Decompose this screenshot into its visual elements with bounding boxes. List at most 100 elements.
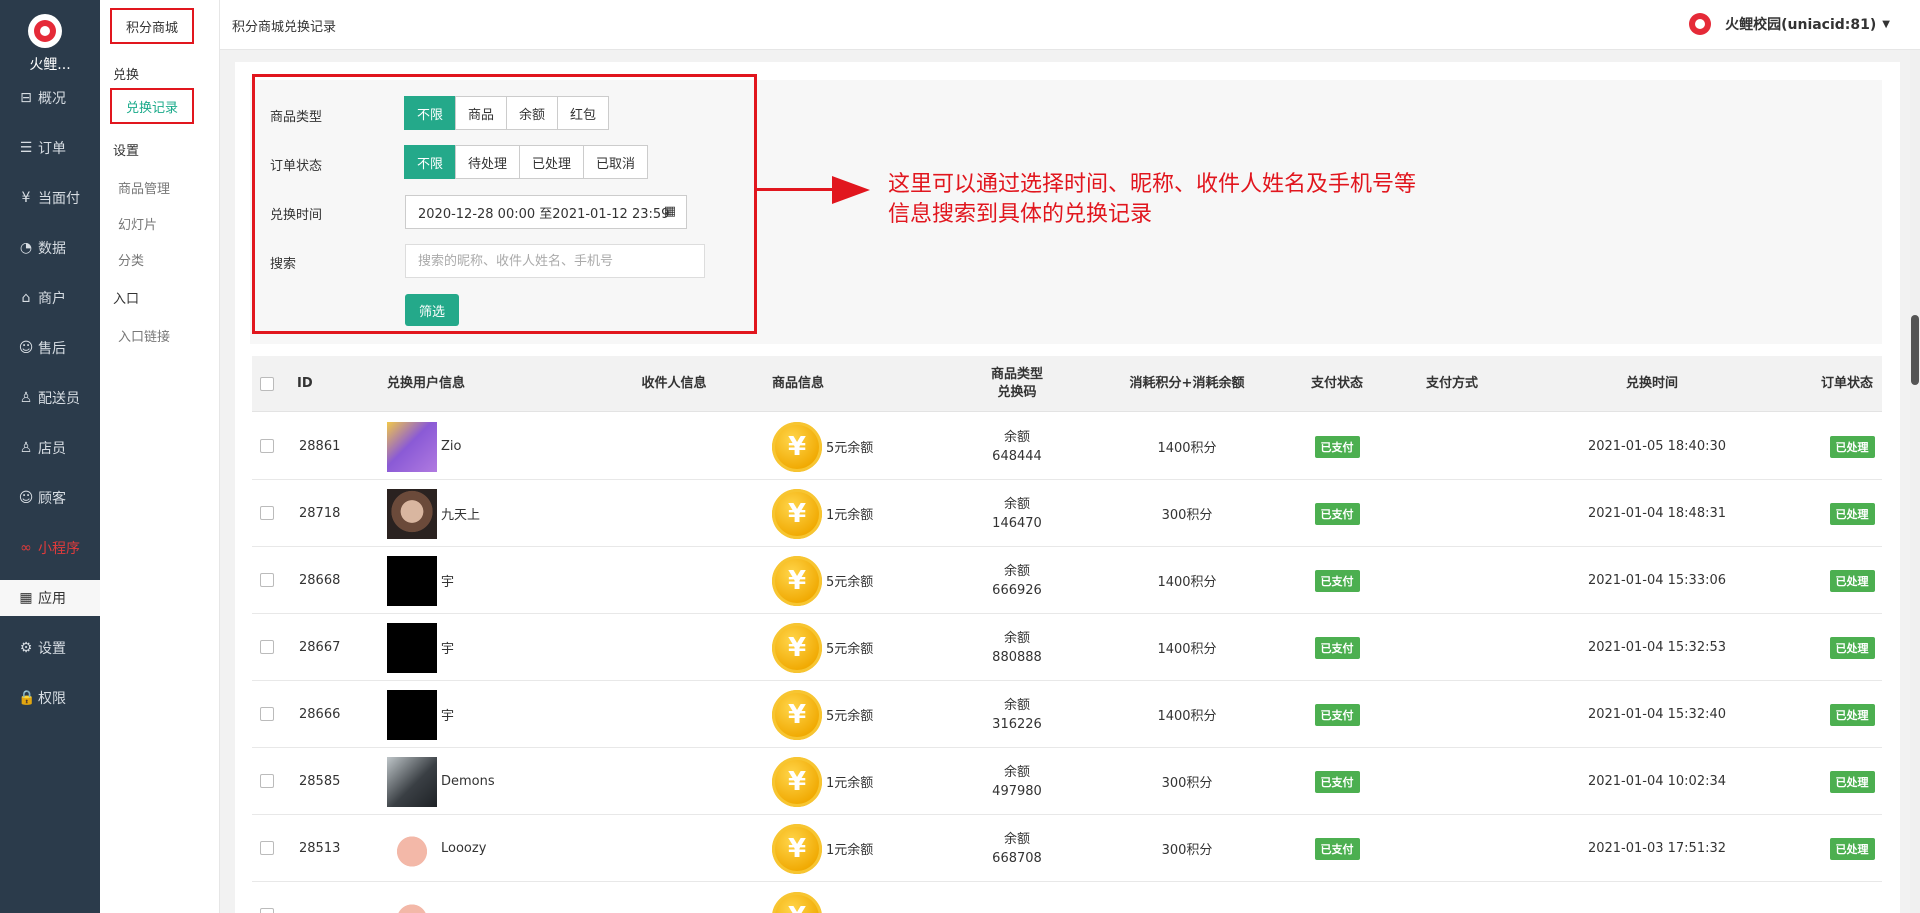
sidebar-item-lock[interactable]: 🔒 权限 xyxy=(0,680,100,716)
row-type: 余额 xyxy=(1003,630,1030,646)
col-receiver: 收件人信息 xyxy=(641,376,707,391)
pay-status-badge: 已支付 xyxy=(1314,837,1360,860)
row-checkbox[interactable] xyxy=(260,640,274,654)
row-checkbox[interactable] xyxy=(260,841,274,855)
row-type-code: 余额 880888 xyxy=(972,614,1062,681)
subnav-item-category[interactable]: 分类 xyxy=(118,250,144,269)
sidebar-item-label: 售后 xyxy=(38,341,66,357)
customer-icon: ☺ xyxy=(18,490,34,506)
sidebar-item-settings[interactable]: ⚙ 设置 xyxy=(0,630,100,666)
status-filter-group: 不限 待处理 已处理 已取消 xyxy=(404,145,649,179)
filter-submit-button[interactable]: 筛选 xyxy=(405,294,459,326)
coin-icon: ¥ xyxy=(772,488,822,539)
row-goods: ¥5元余额 xyxy=(772,681,932,748)
filter-time-label: 兑换时间 xyxy=(270,208,323,223)
row-type: 余额 xyxy=(1003,831,1030,847)
row-type-code: 余额 668708 xyxy=(972,815,1062,882)
avatar-black-icon xyxy=(387,555,437,606)
select-all-checkbox[interactable] xyxy=(260,377,274,391)
row-checkbox[interactable] xyxy=(260,908,274,913)
subnav-title[interactable]: 积分商城 xyxy=(110,8,194,44)
row-code: 668708 xyxy=(992,850,1042,866)
row-user: Demons xyxy=(387,748,587,815)
sidebar-item-aftersale[interactable]: ☺ 售后 xyxy=(0,330,100,366)
row-goods: ¥1元余额 xyxy=(772,815,932,882)
subnav-item-exchange-records[interactable]: 兑换记录 xyxy=(110,88,194,124)
row-order-status: 已处理 xyxy=(1822,547,1882,614)
row-cost: 300积分 xyxy=(1161,843,1213,858)
row-pay-status: 已支付 xyxy=(1302,480,1372,547)
row-id: 28668 xyxy=(299,573,341,588)
sidebar-item-pay[interactable]: ¥ 当面付 xyxy=(0,180,100,216)
row-order-status: 已处理 xyxy=(1822,614,1882,681)
type-option-goods[interactable]: 商品 xyxy=(455,96,508,130)
row-code: 497980 xyxy=(992,783,1042,799)
row-type: 余额 xyxy=(1003,429,1030,445)
app-logo-icon[interactable] xyxy=(28,14,62,48)
sidebar-item-overview[interactable]: ⊟ 概况 xyxy=(0,80,100,116)
row-checkbox[interactable] xyxy=(260,506,274,520)
lock-icon: 🔒 xyxy=(18,690,36,706)
row-type: 余额 xyxy=(1003,496,1030,512)
row-order-status: 已处理 xyxy=(1822,413,1882,480)
row-goods-name: 5元余额 xyxy=(826,709,874,724)
row-goods-name: 1元余额 xyxy=(826,843,874,858)
sidebar-item-staff[interactable]: ♙ 店员 xyxy=(0,430,100,466)
row-checkbox[interactable] xyxy=(260,707,274,721)
row-type-code: 余额 648444 xyxy=(972,413,1062,480)
sidebar-item-miniprogram[interactable]: ∞ 小程序 xyxy=(0,530,100,566)
row-user: 宇 xyxy=(387,681,587,748)
page-scrollbar[interactable] xyxy=(1910,50,1920,913)
row-pay-status: 已支付 xyxy=(1302,748,1372,815)
status-option-processed[interactable]: 已处理 xyxy=(519,145,585,179)
subnav-item-slides[interactable]: 幻灯片 xyxy=(118,214,157,233)
type-option-all[interactable]: 不限 xyxy=(404,96,457,130)
order-status-badge: 已处理 xyxy=(1829,502,1875,525)
type-filter-group: 不限 商品 余额 红包 xyxy=(404,96,610,130)
row-goods: ¥1元余额 xyxy=(772,480,932,547)
sidebar-item-label: 配送员 xyxy=(38,391,80,407)
row-checkbox[interactable] xyxy=(260,774,274,788)
row-order-status: 已处理 xyxy=(1822,480,1882,547)
subnav-group-entry: 入口 xyxy=(113,292,140,307)
status-option-cancelled[interactable]: 已取消 xyxy=(583,145,649,179)
delivery-icon: ♙ xyxy=(19,390,33,406)
sidebar-item-customer[interactable]: ☺ 顾客 xyxy=(0,480,100,516)
overview-icon: ⊟ xyxy=(20,90,32,106)
table-header: ID 兑换用户信息 收件人信息 商品信息 商品类型 兑换码 消耗积分+消耗余额 … xyxy=(252,356,1882,412)
sidebar-item-delivery[interactable]: ♙ 配送员 xyxy=(0,380,100,416)
subnav-item-entry-link[interactable]: 入口链接 xyxy=(118,326,170,345)
row-time: 2021-01-04 15:32:53 xyxy=(1587,640,1727,655)
sidebar-item-apps[interactable]: ▦ 应用 xyxy=(0,580,100,616)
order-status-badge: 已处理 xyxy=(1829,435,1875,458)
search-input[interactable] xyxy=(405,244,705,278)
coin-icon: ¥ xyxy=(772,555,822,606)
row-checkbox[interactable] xyxy=(260,439,274,453)
date-range-input[interactable]: 2020-12-28 00:00 至2021-01-12 23:59 ▦ xyxy=(405,195,687,229)
account-menu[interactable]: 火鲤校园(uniacid:81) ▼ xyxy=(1689,13,1890,35)
coin-icon: ¥ xyxy=(772,622,822,673)
row-cost: 1400积分 xyxy=(1157,441,1217,456)
row-type-code: 余额 497980 xyxy=(972,748,1062,815)
row-user: 宇 xyxy=(387,614,587,681)
type-option-redpacket[interactable]: 红包 xyxy=(557,96,610,130)
type-option-balance[interactable]: 余额 xyxy=(506,96,559,130)
col-id: ID xyxy=(297,376,313,391)
pay-status-badge: 已支付 xyxy=(1314,703,1360,726)
sidebar-item-store[interactable]: ⌂ 商户 xyxy=(0,280,100,316)
chevron-down-icon: ▼ xyxy=(1882,18,1890,30)
avatar-black-icon xyxy=(387,689,437,740)
data-icon: ◔ xyxy=(19,240,33,256)
row-time: 2021-01-04 10:02:34 xyxy=(1587,774,1727,789)
status-option-pending[interactable]: 待处理 xyxy=(455,145,521,179)
status-option-all[interactable]: 不限 xyxy=(404,145,457,179)
table-row: 28585 Demons ¥1元余额 余额 497980 300积分 已支付 2021-01-… xyxy=(252,748,1882,815)
sidebar-item-label: 当面付 xyxy=(38,191,80,207)
sidebar-item-data[interactable]: ◔ 数据 xyxy=(0,230,100,266)
subnav-item-goods[interactable]: 商品管理 xyxy=(118,178,170,197)
top-header: 积分商城兑换记录 火鲤校园(uniacid:81) ▼ xyxy=(220,0,1920,50)
row-goods: ¥ xyxy=(772,882,932,913)
sidebar-item-order[interactable]: ☰ 订单 xyxy=(0,130,100,166)
row-checkbox[interactable] xyxy=(260,573,274,587)
scrollbar-thumb[interactable] xyxy=(1911,315,1919,385)
